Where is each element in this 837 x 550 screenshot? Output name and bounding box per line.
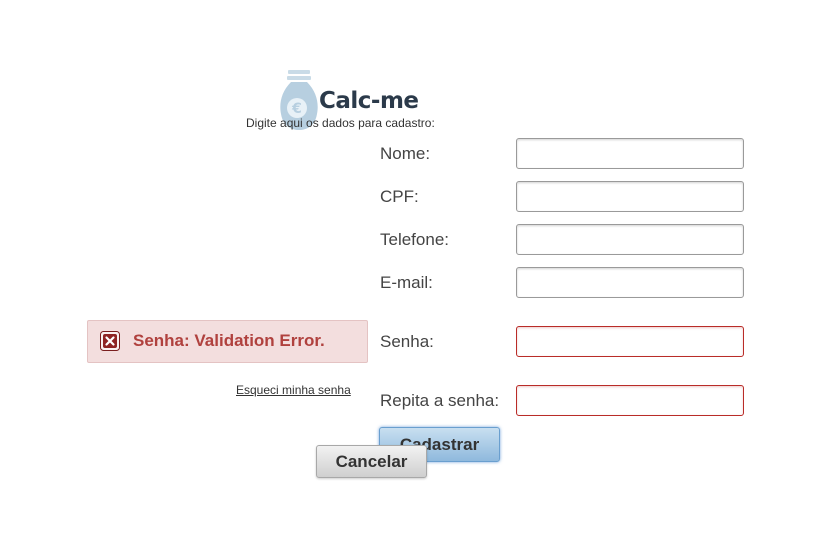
svg-text:€: €: [291, 101, 302, 117]
form-intro-text: Digite aqui os dados para cadastro:: [246, 116, 435, 130]
cpf-label: CPF:: [380, 187, 419, 206]
validation-error-message: Senha: Validation Error.: [87, 320, 368, 363]
telefone-label: Telefone:: [380, 230, 449, 249]
cancelar-button[interactable]: Cancelar: [316, 445, 427, 478]
email-input[interactable]: [516, 267, 744, 298]
telefone-input[interactable]: [516, 224, 744, 255]
nome-label: Nome:: [380, 144, 431, 163]
senha-label: Senha:: [380, 332, 434, 351]
forgot-password-link[interactable]: Esqueci minha senha: [236, 383, 351, 397]
senha-input[interactable]: [516, 326, 744, 357]
logo-text: Calc-me: [319, 88, 419, 114]
registration-page: € Calc-me Digite aqui os dados para cada…: [0, 0, 837, 550]
email-label: E-mail:: [380, 273, 433, 292]
cpf-input[interactable]: [516, 181, 744, 212]
repita-senha-label: Repita a senha:: [380, 391, 500, 410]
nome-input[interactable]: [516, 138, 744, 169]
error-message-text: Senha: Validation Error.: [133, 331, 325, 350]
repita-senha-input[interactable]: [516, 385, 744, 416]
error-icon: [100, 331, 120, 351]
